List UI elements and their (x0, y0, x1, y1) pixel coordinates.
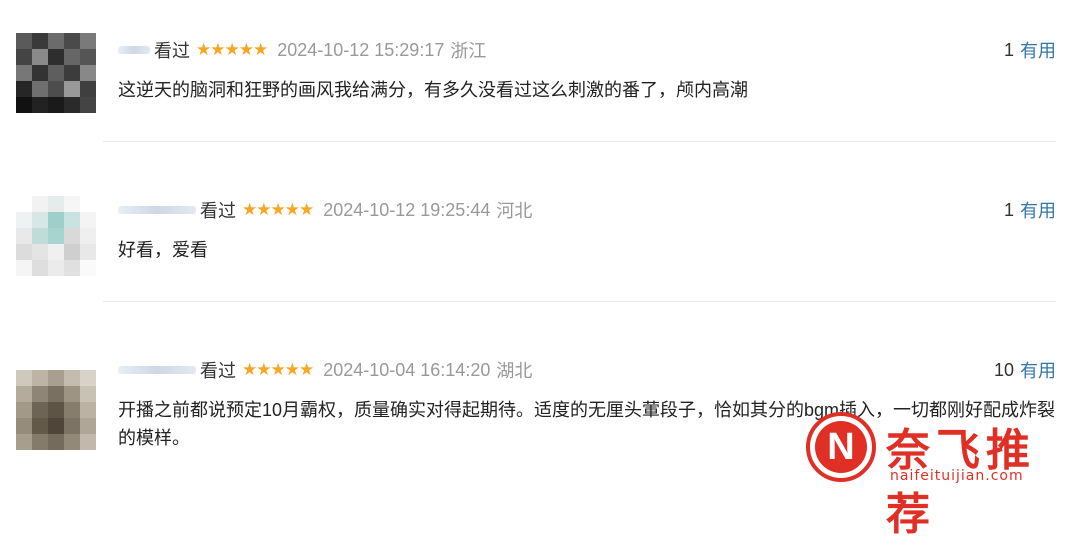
review-location: 河北 (496, 201, 533, 221)
useful-votes: 1 有用 (1004, 195, 1056, 225)
site-watermark: N 奈飞推荐 naifeituijian.com (802, 410, 1080, 540)
rating-stars: ★★★★★ (242, 360, 314, 379)
avatar[interactable] (16, 370, 96, 450)
useful-button[interactable]: 有用 (1020, 37, 1056, 63)
useful-button[interactable]: 有用 (1020, 357, 1056, 383)
review-time: 2024-10-12 15:29:17 (277, 39, 445, 60)
watch-status: 看过 (200, 361, 236, 381)
username-blurred[interactable] (118, 206, 196, 214)
useful-votes: 10 有用 (994, 355, 1056, 385)
useful-button[interactable]: 有用 (1020, 197, 1056, 223)
review-location: 湖北 (496, 361, 533, 381)
watermark-logo-icon: N (806, 412, 876, 482)
watermark-url: naifeituijian.com (890, 468, 1024, 484)
review-time: 2024-10-04 16:14:20 (323, 359, 491, 380)
review-meta: 看过 ★★★★★ 2024-10-12 19:25:44 河北 (118, 195, 532, 225)
review-meta: 看过 ★★★★★ 2024-10-12 15:29:17 浙江 (118, 35, 486, 65)
useful-count: 1 (1003, 39, 1014, 60)
divider (103, 141, 1056, 142)
divider (103, 301, 1056, 302)
review-time: 2024-10-12 19:25:44 (323, 199, 491, 220)
useful-count: 10 (993, 359, 1014, 380)
avatar[interactable] (16, 196, 96, 276)
review-content: 好看，爱看 (118, 240, 208, 260)
review-content: 这逆天的脑洞和狂野的画风我给满分，有多久没看过这么刺激的番了，颅内高潮 (118, 80, 748, 100)
watermark-logo-letter: N (815, 421, 867, 473)
watch-status: 看过 (154, 41, 190, 61)
rating-stars: ★★★★★ (196, 40, 268, 59)
username-blurred[interactable] (118, 46, 150, 54)
useful-votes: 1 有用 (1004, 35, 1056, 65)
username-blurred[interactable] (118, 366, 196, 374)
review-meta: 看过 ★★★★★ 2024-10-04 16:14:20 湖北 (118, 355, 532, 385)
watch-status: 看过 (200, 201, 236, 221)
rating-stars: ★★★★★ (242, 200, 314, 219)
useful-count: 1 (1003, 199, 1014, 220)
avatar[interactable] (16, 33, 96, 113)
review-location: 浙江 (450, 41, 487, 61)
